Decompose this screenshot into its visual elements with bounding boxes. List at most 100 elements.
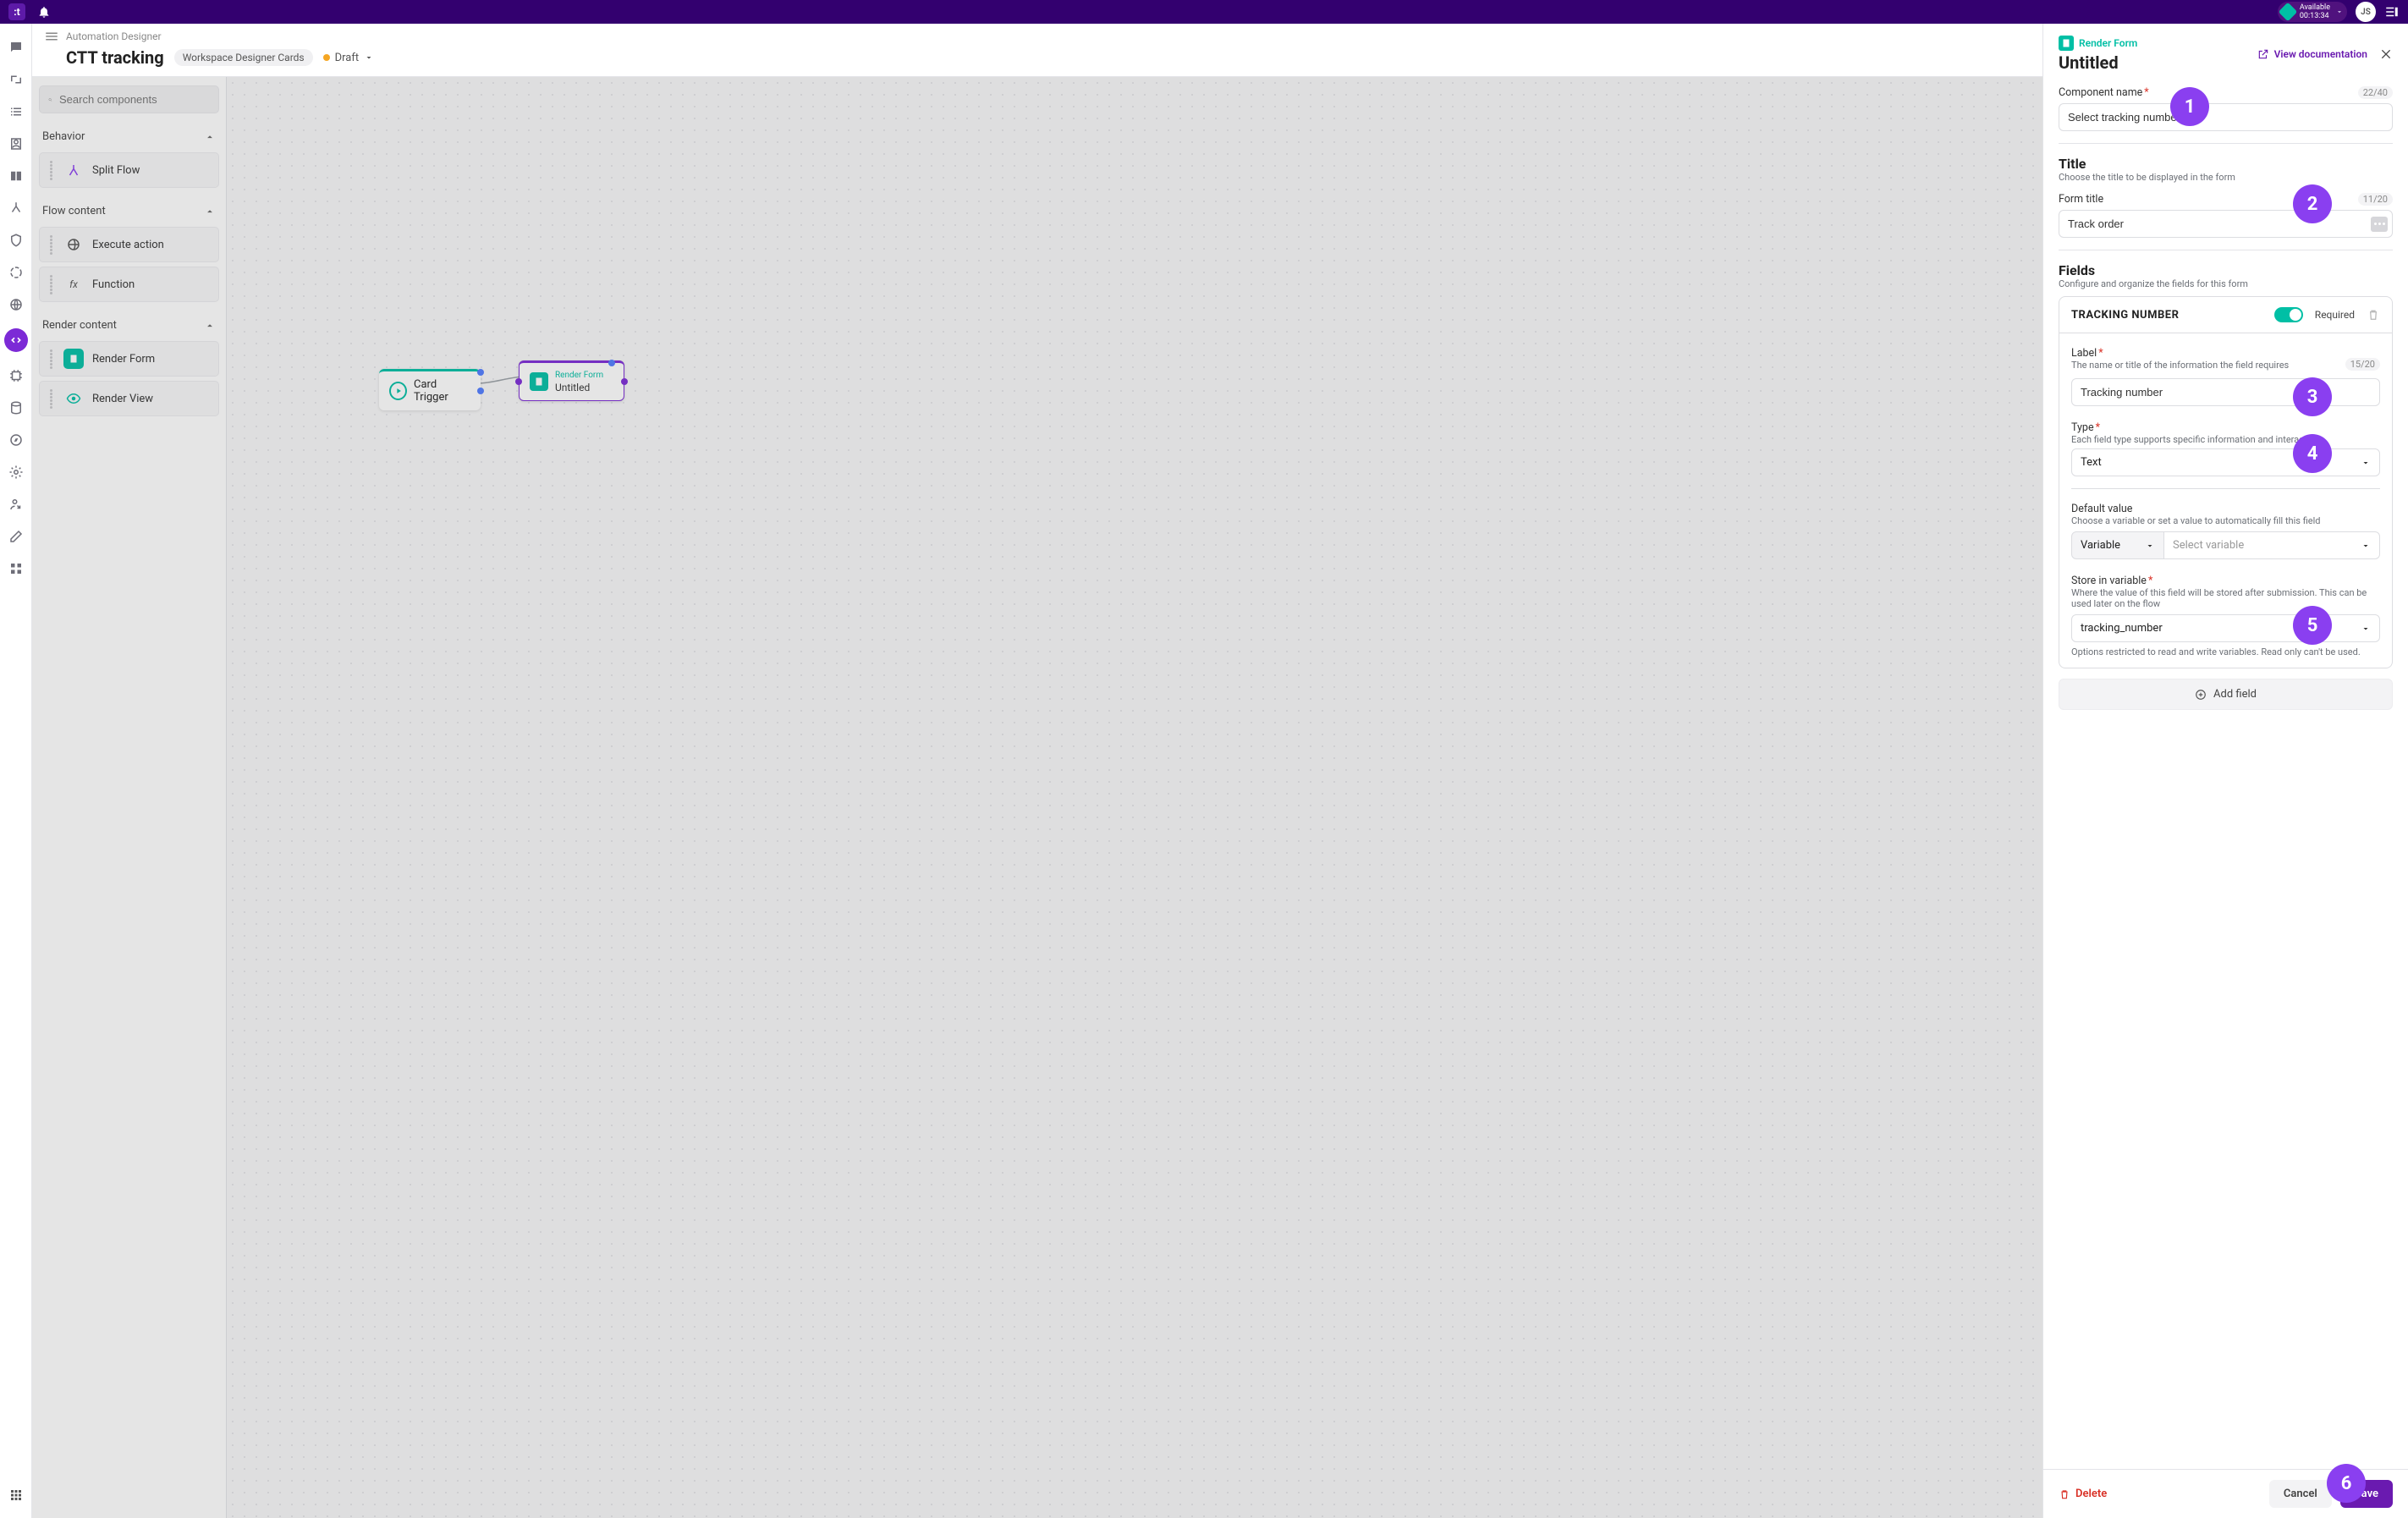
node-render-form[interactable]: Render Form Untitled bbox=[519, 360, 624, 401]
trash-icon bbox=[2059, 1488, 2070, 1500]
panel-toggle-icon[interactable] bbox=[2384, 4, 2400, 19]
play-icon bbox=[389, 382, 407, 400]
cancel-button[interactable]: Cancel bbox=[2269, 1480, 2332, 1508]
heading-title: Title bbox=[2059, 156, 2393, 172]
field-name: TRACKING NUMBER bbox=[2071, 309, 2179, 322]
gear-icon[interactable] bbox=[8, 464, 25, 481]
select-field-type[interactable]: Text bbox=[2071, 448, 2380, 476]
chevron-down-icon bbox=[2361, 458, 2371, 468]
status-timer: 00:13:34 bbox=[2300, 12, 2330, 20]
chevron-down-icon bbox=[2145, 541, 2155, 551]
link-icon[interactable] bbox=[8, 71, 25, 88]
label-component-name: Component name* bbox=[2059, 86, 2149, 99]
form-icon bbox=[530, 372, 548, 391]
person-arrow-icon[interactable] bbox=[8, 496, 25, 513]
output-port[interactable] bbox=[621, 378, 628, 385]
search-icon bbox=[48, 94, 52, 106]
code-icon[interactable] bbox=[4, 328, 28, 352]
view-documentation-link[interactable]: View documentation bbox=[2257, 48, 2367, 60]
list-icon[interactable] bbox=[8, 103, 25, 120]
component-split-flow[interactable]: Split Flow bbox=[39, 152, 219, 188]
branch-icon[interactable] bbox=[8, 200, 25, 217]
required-toggle[interactable] bbox=[2274, 307, 2303, 322]
edit-icon[interactable] bbox=[8, 528, 25, 545]
workspace: Automation Designer CTT tracking Workspa… bbox=[32, 24, 2042, 1518]
eye-icon bbox=[63, 388, 84, 409]
globe-icon[interactable] bbox=[8, 296, 25, 313]
config-sidepanel: Render Form Untitled View documentation … bbox=[2042, 24, 2408, 1518]
search-input[interactable] bbox=[39, 85, 219, 113]
close-icon[interactable] bbox=[2379, 47, 2393, 61]
input-form-title[interactable] bbox=[2059, 210, 2393, 238]
globe-icon bbox=[63, 234, 84, 255]
callout-3: 3 bbox=[2293, 377, 2332, 416]
status-dropdown[interactable]: Draft bbox=[323, 52, 375, 64]
counter-field-label: 15/20 bbox=[2345, 358, 2380, 371]
delete-field-icon[interactable] bbox=[2367, 308, 2380, 322]
panel-title: Untitled bbox=[2059, 52, 2137, 73]
nav-rail bbox=[0, 24, 32, 1518]
node-card-trigger[interactable]: Card Trigger bbox=[379, 369, 481, 410]
select-store-variable[interactable]: tracking_number bbox=[2071, 614, 2380, 642]
group-behavior[interactable]: Behavior bbox=[39, 125, 219, 148]
drag-handle-icon[interactable] bbox=[47, 275, 55, 294]
component-render-view[interactable]: Render View bbox=[39, 381, 219, 416]
split-icon bbox=[63, 160, 84, 180]
chip-icon[interactable] bbox=[8, 367, 25, 384]
component-execute-action[interactable]: Execute action bbox=[39, 227, 219, 262]
component-function[interactable]: fx Function bbox=[39, 267, 219, 302]
input-field-label[interactable] bbox=[2071, 378, 2380, 406]
segment-icon[interactable] bbox=[8, 264, 25, 281]
page-title: CTT tracking bbox=[66, 47, 164, 68]
notifications-icon[interactable] bbox=[37, 5, 51, 19]
app-launcher-icon[interactable] bbox=[8, 1488, 24, 1503]
add-field-button[interactable]: Add field bbox=[2059, 679, 2393, 710]
shield-icon[interactable] bbox=[8, 232, 25, 249]
output-port[interactable] bbox=[477, 388, 484, 394]
external-link-icon bbox=[2257, 48, 2269, 60]
top-port[interactable] bbox=[608, 360, 615, 366]
field-card: TRACKING NUMBER Required Label* bbox=[2059, 296, 2393, 668]
input-port[interactable] bbox=[515, 378, 522, 385]
status-label: Available bbox=[2300, 3, 2330, 12]
group-render-content[interactable]: Render content bbox=[39, 314, 219, 337]
user-avatar[interactable]: JS bbox=[2356, 2, 2376, 22]
callout-4: 4 bbox=[2293, 434, 2332, 473]
columns-icon[interactable] bbox=[8, 168, 25, 184]
status-dot-icon bbox=[323, 54, 330, 61]
more-icon[interactable] bbox=[2371, 217, 2388, 232]
form-icon bbox=[63, 349, 84, 369]
input-component-name[interactable] bbox=[2059, 103, 2393, 131]
components-sidebar: Behavior Split Flow Flow content Execute… bbox=[32, 77, 227, 1518]
agent-status-pill[interactable]: Available 00:13:34 bbox=[2278, 2, 2347, 22]
group-flow-content[interactable]: Flow content bbox=[39, 200, 219, 223]
sidebar-toggle-icon[interactable] bbox=[44, 29, 59, 44]
flow-canvas[interactable]: Card Trigger Render Form Untitled bbox=[227, 77, 2042, 1518]
label-field-label: Label* bbox=[2071, 347, 2103, 360]
callout-5: 5 bbox=[2293, 606, 2332, 645]
app-logo[interactable]: :t bbox=[8, 3, 25, 20]
panel-type: Render Form bbox=[2059, 36, 2137, 51]
output-port-top[interactable] bbox=[477, 369, 484, 376]
storage-icon[interactable] bbox=[8, 399, 25, 416]
drag-handle-icon[interactable] bbox=[47, 161, 55, 180]
form-icon bbox=[2059, 36, 2074, 51]
contact-icon[interactable] bbox=[8, 135, 25, 152]
drag-handle-icon[interactable] bbox=[47, 349, 55, 369]
counter-component-name: 22/40 bbox=[2358, 86, 2393, 99]
compass-icon[interactable] bbox=[8, 432, 25, 448]
chat-icon[interactable] bbox=[8, 39, 25, 56]
chevron-up-icon bbox=[204, 131, 216, 143]
delete-button[interactable]: Delete bbox=[2059, 1488, 2107, 1500]
drag-handle-icon[interactable] bbox=[47, 235, 55, 255]
apps-icon[interactable] bbox=[8, 560, 25, 577]
counter-form-title: 11/20 bbox=[2358, 193, 2393, 206]
fx-icon: fx bbox=[63, 274, 84, 294]
label-default-value: Default value bbox=[2071, 503, 2132, 515]
label-field-type: Type* bbox=[2071, 421, 2100, 434]
select-default-mode[interactable]: Variable bbox=[2071, 531, 2164, 559]
drag-handle-icon[interactable] bbox=[47, 389, 55, 409]
component-render-form[interactable]: Render Form bbox=[39, 341, 219, 377]
select-default-variable[interactable]: Select variable bbox=[2164, 531, 2380, 559]
chevron-down-icon bbox=[364, 52, 374, 63]
